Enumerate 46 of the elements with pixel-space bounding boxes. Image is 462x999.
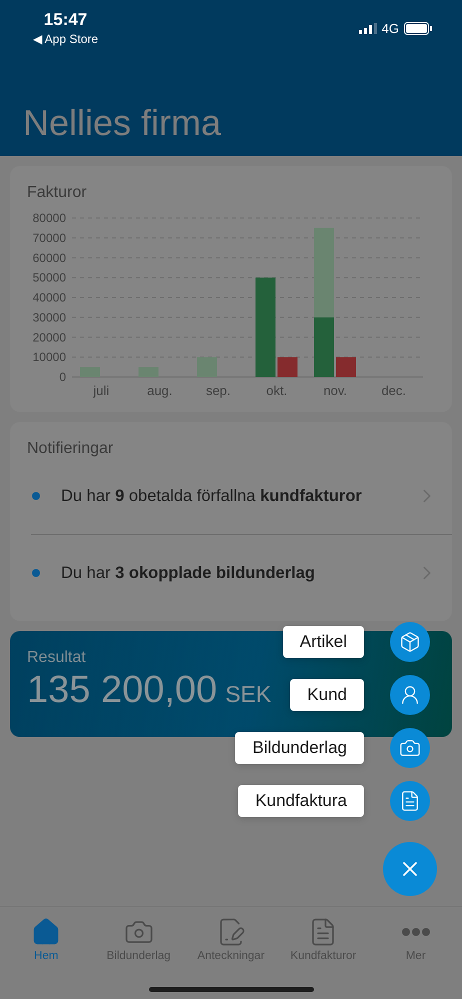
status-dot <box>32 569 40 577</box>
currency-label: SEK <box>225 681 272 708</box>
bar <box>197 357 217 377</box>
result-label: Resultat <box>27 649 87 667</box>
page-title: Nellies firma <box>23 102 222 144</box>
axis-tick-label: 40000 <box>32 290 66 304</box>
axis-category-label: nov. <box>323 383 348 398</box>
back-link[interactable]: ◀ App Store <box>33 32 98 46</box>
bar <box>80 367 100 377</box>
document-icon <box>399 790 421 812</box>
camera-icon <box>399 737 421 759</box>
action-label[interactable]: Kund <box>290 679 364 711</box>
signal-icon <box>358 23 377 34</box>
axis-category-label: juli <box>93 383 110 398</box>
close-button[interactable] <box>383 842 437 896</box>
axis-category-label: dec. <box>381 383 406 398</box>
battery-icon <box>404 22 432 35</box>
action-label[interactable]: Artikel <box>282 626 364 658</box>
bar <box>138 367 158 377</box>
bar <box>278 357 298 377</box>
box-icon <box>399 631 421 653</box>
axis-tick-label: 0 <box>59 370 66 384</box>
action-button[interactable] <box>390 728 430 768</box>
axis-tick-label: 70000 <box>32 230 66 245</box>
person-icon <box>399 684 421 706</box>
action-label[interactable]: Bildunderlag <box>235 732 364 764</box>
axis-tick-label: 30000 <box>32 310 66 324</box>
card-title: Notifieringar <box>26 439 114 458</box>
notification-text[interactable]: Du har 3 okopplade bildunderlag <box>61 564 416 582</box>
notification-text[interactable]: Du har 9 obetalda förfallna kundfakturor <box>61 486 416 506</box>
axis-tick-label: 20000 <box>32 330 66 344</box>
more-icon <box>402 928 430 936</box>
network-label: 4G <box>382 21 399 36</box>
axis-tick-label: 10000 <box>32 350 66 364</box>
action-label[interactable]: Kundfaktura <box>238 785 364 817</box>
status-dot <box>32 492 40 500</box>
axis-category-label: okt. <box>266 383 288 398</box>
axis-category-label: sep. <box>206 383 231 398</box>
card-title: Fakturor <box>26 183 88 202</box>
axis-tick-label: 60000 <box>32 250 66 265</box>
axis-tick-label: 50000 <box>32 270 66 285</box>
result-amount: 135 200,00 <box>27 669 218 712</box>
axis-category-label: aug. <box>147 383 172 398</box>
status-time: 15:47 <box>44 10 88 30</box>
axis-tick-label: 80000 <box>32 211 66 225</box>
bar <box>336 357 356 377</box>
